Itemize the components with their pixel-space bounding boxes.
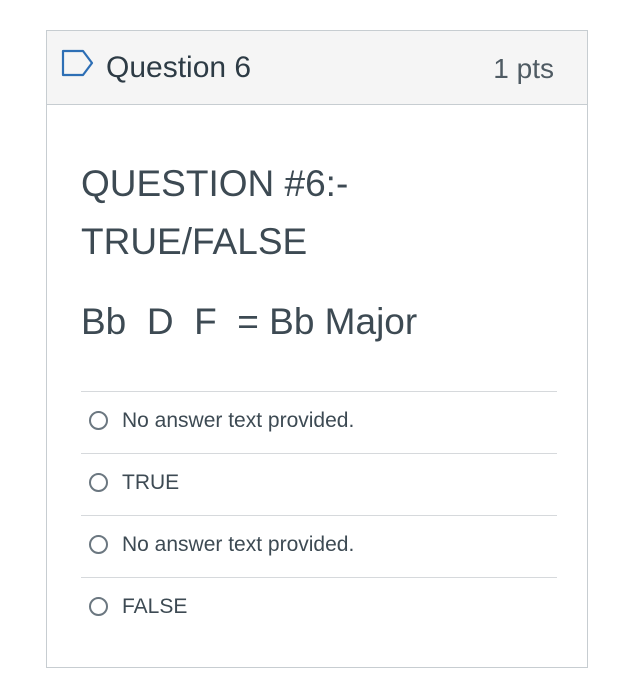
question-chord-statement: Bb D F = Bb Major: [81, 301, 418, 342]
radio-button-icon[interactable]: [89, 597, 108, 616]
radio-button-icon[interactable]: [89, 535, 108, 554]
answer-option-2[interactable]: TRUE: [81, 454, 557, 516]
answer-label: TRUE: [122, 471, 180, 494]
answer-label: No answer text provided.: [122, 533, 355, 556]
question-text-line-2: TRUE/FALSE: [81, 221, 308, 262]
flag-question-icon[interactable]: [61, 49, 95, 77]
answer-option-4[interactable]: FALSE: [81, 578, 557, 639]
answer-option-3[interactable]: No answer text provided.: [81, 516, 557, 578]
answer-option-1[interactable]: No answer text provided.: [81, 392, 557, 454]
question-points: 1 pts: [493, 53, 554, 84]
question-body: QUESTION #6:- TRUE/FALSE Bb D F = Bb Maj…: [81, 105, 557, 639]
question-text-line-1: QUESTION #6:-: [81, 163, 349, 204]
answer-label: FALSE: [122, 595, 188, 618]
answer-list: No answer text provided. TRUE No answer …: [81, 391, 557, 639]
question-card: Question 6 1 pts QUESTION #6:- TRUE/FALS…: [46, 30, 588, 668]
radio-button-icon[interactable]: [89, 411, 108, 430]
question-title: Question 6: [106, 51, 252, 84]
radio-button-icon[interactable]: [89, 473, 108, 492]
answer-label: No answer text provided.: [122, 409, 355, 432]
question-header: Question 6 1 pts: [47, 31, 587, 105]
